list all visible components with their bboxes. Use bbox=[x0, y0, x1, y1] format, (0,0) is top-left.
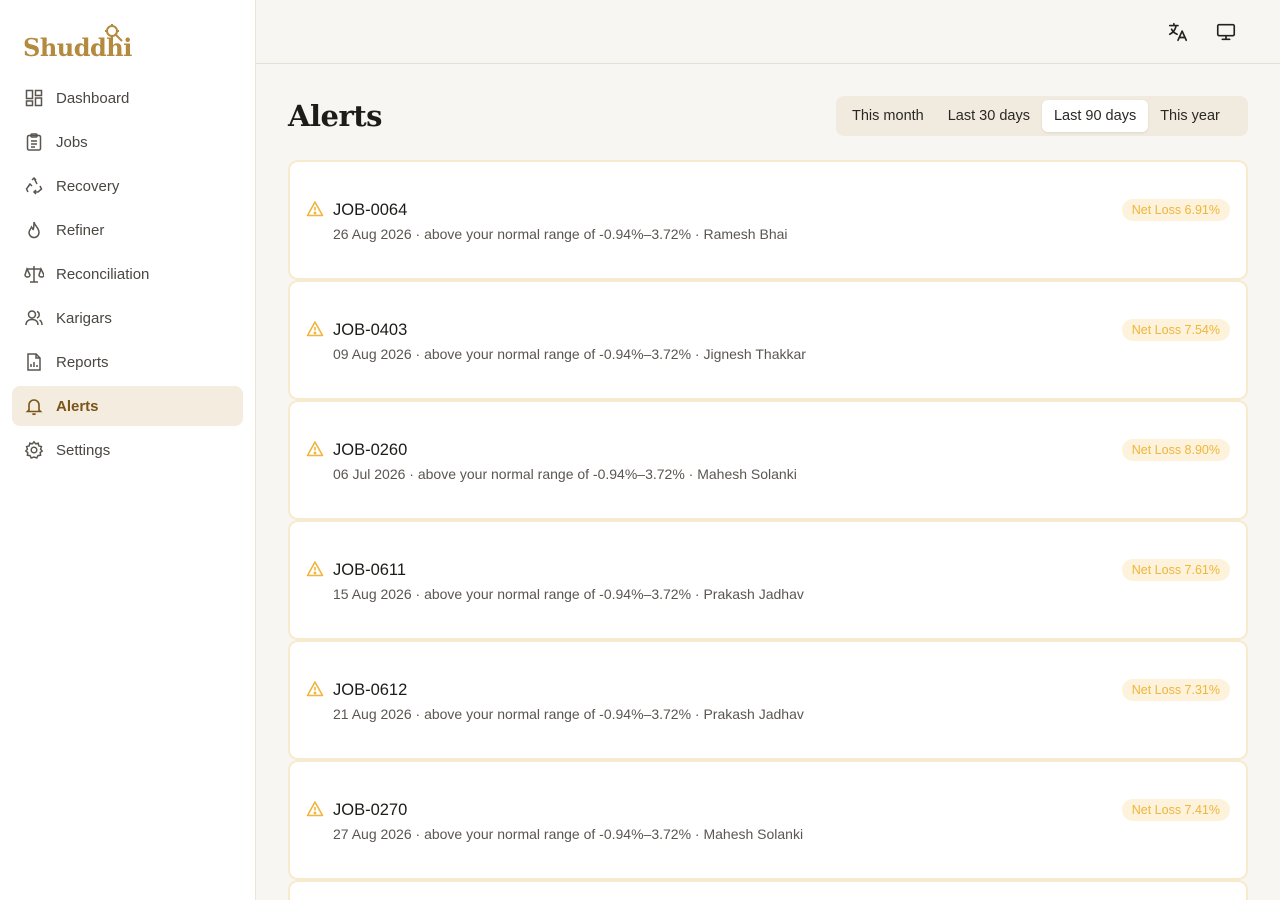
job-id: JOB-0611 bbox=[333, 561, 407, 579]
range-this-year[interactable]: This year bbox=[1148, 100, 1232, 132]
net-loss-badge: Net Loss 7.41% bbox=[1121, 799, 1230, 821]
logo-magnifier-icon bbox=[105, 24, 123, 42]
job-id: JOB-0403 bbox=[333, 321, 408, 339]
sidebar-item-label: Alerts bbox=[56, 397, 99, 415]
warning-icon bbox=[306, 441, 324, 457]
alert-details: 26 Aug 2026 · above your normal range of… bbox=[333, 226, 788, 242]
warning-icon bbox=[306, 801, 324, 817]
net-loss-badge: Net Loss 7.31% bbox=[1121, 679, 1230, 701]
net-loss-badge: Net Loss 7.54% bbox=[1121, 319, 1230, 341]
job-id: JOB-0612 bbox=[333, 681, 408, 699]
sidebar-item-reports[interactable]: Reports bbox=[12, 342, 243, 382]
recycle-icon bbox=[24, 176, 44, 196]
sidebar-item-label: Reconciliation bbox=[56, 265, 150, 283]
alert-card-partial[interactable] bbox=[288, 880, 1248, 900]
flame-icon bbox=[24, 220, 44, 240]
net-loss-badge: Net Loss 8.90% bbox=[1121, 439, 1230, 461]
alerts-list: JOB-0064 26 Aug 2026 · above your normal… bbox=[288, 160, 1248, 900]
job-id: JOB-0260 bbox=[333, 441, 408, 459]
sidebar-item-label: Settings bbox=[56, 441, 111, 459]
alert-card[interactable]: JOB-0260 06 Jul 2026 · above your normal… bbox=[288, 400, 1248, 520]
sidebar-item-reconciliation[interactable]: Reconciliation bbox=[12, 254, 243, 294]
sidebar-item-label: Refiner bbox=[56, 221, 105, 239]
clipboard-icon bbox=[24, 132, 44, 152]
top-bar bbox=[256, 0, 1280, 64]
sidebar-item-label: Jobs bbox=[56, 133, 88, 151]
dashboard-icon bbox=[24, 88, 44, 108]
sidebar-item-recovery[interactable]: Recovery bbox=[12, 166, 243, 206]
warning-icon bbox=[306, 321, 324, 337]
display-mode-button[interactable] bbox=[1212, 18, 1240, 46]
users-icon bbox=[24, 308, 44, 328]
range-last-30-days[interactable]: Last 30 days bbox=[936, 100, 1042, 132]
date-range-selector: This month Last 30 days Last 90 days Thi… bbox=[836, 96, 1248, 136]
sidebar-nav: Dashboard Jobs Recovery Refiner Reconcil… bbox=[12, 78, 243, 474]
net-loss-badge: Net Loss 6.91% bbox=[1121, 199, 1230, 221]
alert-details: 21 Aug 2026 · above your normal range of… bbox=[333, 706, 804, 722]
language-button[interactable] bbox=[1164, 18, 1192, 46]
translate-icon bbox=[1168, 22, 1188, 42]
alert-card[interactable]: JOB-0064 26 Aug 2026 · above your normal… bbox=[288, 160, 1248, 280]
alert-card[interactable]: JOB-0403 09 Aug 2026 · above your normal… bbox=[288, 280, 1248, 400]
sidebar: Shuddhi Dashboard Jobs Recovery Refiner … bbox=[0, 0, 256, 900]
alert-details: 09 Aug 2026 · above your normal range of… bbox=[333, 346, 806, 362]
job-id: JOB-0270 bbox=[333, 801, 408, 819]
logo[interactable]: Shuddhi bbox=[23, 24, 132, 60]
monitor-icon bbox=[1216, 23, 1236, 41]
sidebar-item-label: Karigars bbox=[56, 309, 112, 327]
alert-card[interactable]: JOB-0270 27 Aug 2026 · above your normal… bbox=[288, 760, 1248, 880]
alert-details: 06 Jul 2026 · above your normal range of… bbox=[333, 466, 797, 482]
sidebar-item-label: Reports bbox=[56, 353, 109, 371]
sidebar-item-label: Dashboard bbox=[56, 89, 130, 107]
job-id: JOB-0064 bbox=[333, 201, 408, 219]
range-last-90-days[interactable]: Last 90 days bbox=[1041, 100, 1149, 132]
warning-icon bbox=[306, 681, 324, 697]
range-this-month[interactable]: This month bbox=[840, 100, 936, 132]
gear-icon bbox=[24, 440, 44, 460]
alert-details: 15 Aug 2026 · above your normal range of… bbox=[333, 586, 804, 602]
page-title: Alerts bbox=[288, 99, 382, 133]
alert-card[interactable]: JOB-0612 21 Aug 2026 · above your normal… bbox=[288, 640, 1248, 760]
sidebar-item-alerts[interactable]: Alerts bbox=[12, 386, 243, 426]
warning-icon bbox=[306, 561, 324, 577]
sidebar-item-refiner[interactable]: Refiner bbox=[12, 210, 243, 250]
warning-icon bbox=[306, 201, 324, 217]
alert-details: 27 Aug 2026 · above your normal range of… bbox=[333, 826, 804, 842]
sidebar-item-dashboard[interactable]: Dashboard bbox=[12, 78, 243, 118]
alert-card[interactable]: JOB-0611 15 Aug 2026 · above your normal… bbox=[288, 520, 1248, 640]
sidebar-item-settings[interactable]: Settings bbox=[12, 430, 243, 470]
sidebar-item-label: Recovery bbox=[56, 177, 120, 195]
net-loss-badge: Net Loss 7.61% bbox=[1121, 559, 1230, 581]
bell-icon bbox=[24, 396, 44, 416]
sidebar-item-jobs[interactable]: Jobs bbox=[12, 122, 243, 162]
sidebar-item-karigars[interactable]: Karigars bbox=[12, 298, 243, 338]
scale-icon bbox=[24, 264, 44, 284]
report-icon bbox=[24, 352, 44, 372]
